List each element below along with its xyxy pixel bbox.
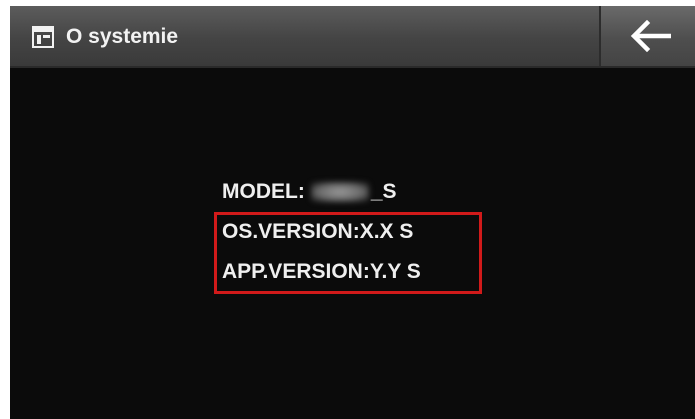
version-highlight-box (214, 212, 482, 294)
model-suffix: _S (370, 180, 397, 203)
arrow-left-icon (630, 20, 671, 52)
device-screen: O systemie MODEL: _S OS.VERSION:X.X S APP… (10, 6, 695, 419)
window-icon (32, 26, 54, 48)
model-line: MODEL: _S (222, 172, 421, 212)
back-button[interactable] (599, 6, 695, 66)
title-bar: O systemie (10, 6, 695, 68)
model-label: MODEL: (222, 180, 305, 203)
page-title: O systemie (66, 25, 179, 48)
redacted-model (310, 182, 369, 203)
